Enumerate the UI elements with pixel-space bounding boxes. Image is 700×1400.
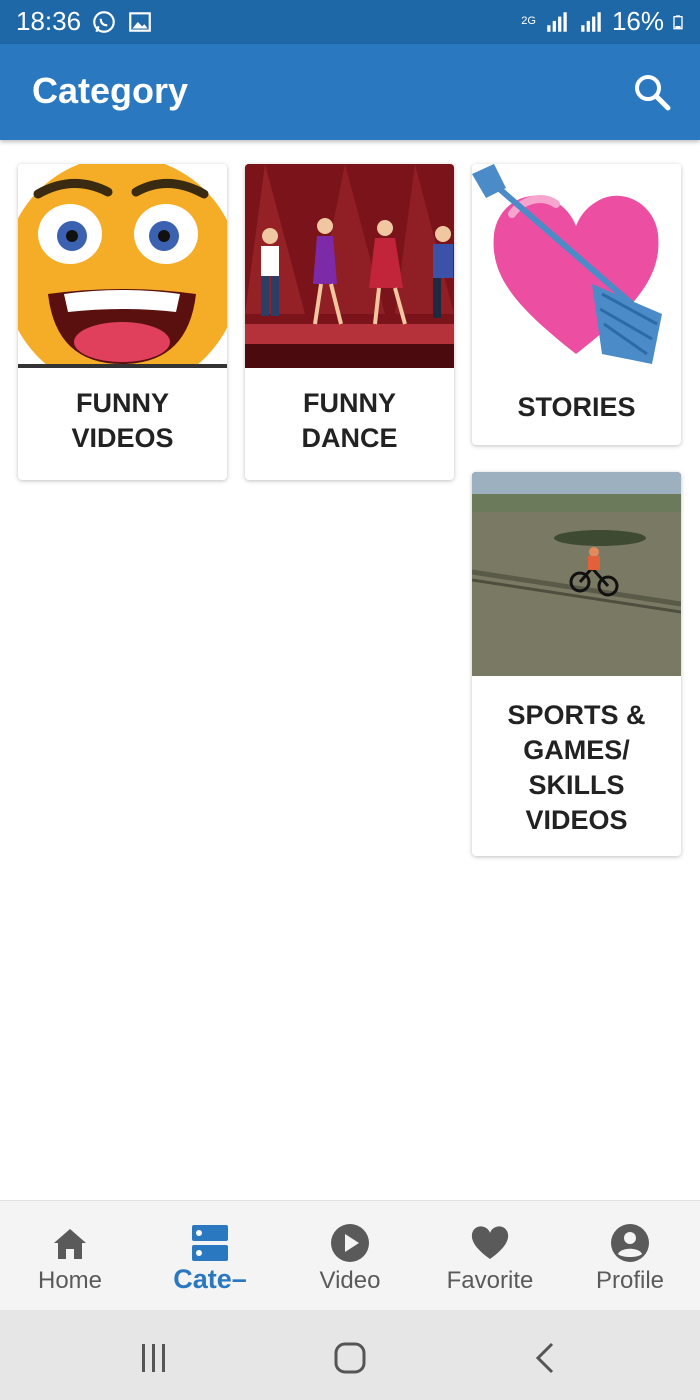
nav-label-profile: Profile: [595, 1267, 665, 1294]
battery-icon: [673, 14, 683, 29]
whatsapp-icon: [93, 10, 115, 33]
heart-icon: [471, 1226, 509, 1259]
bottom-nav: Home Cate– Video Favorite Profile: [0, 1200, 700, 1311]
category-label: STORIES: [517, 392, 636, 422]
laughing-face-thumbnail: [18, 164, 227, 368]
system-nav-bar: [0, 1310, 700, 1400]
nav-item-video[interactable]: Video: [280, 1201, 420, 1311]
category-card-stories[interactable]: STORIES: [472, 164, 681, 445]
category-label: FUNNY DANCE: [301, 388, 398, 453]
category-card-sports-games-skills[interactable]: SPORTS & GAMES/ SKILLS VIDEOS: [472, 472, 681, 856]
category-card-funny-dance[interactable]: FUNNY DANCE: [245, 164, 454, 480]
nav-label-home: Home: [37, 1267, 103, 1294]
signal-icon-2: [581, 11, 601, 32]
cyclist-water-thumbnail: [472, 472, 681, 676]
recent-apps-icon[interactable]: [134, 1338, 174, 1378]
network-type: 2G: [521, 15, 536, 27]
heart-arrow-thumbnail: [472, 164, 681, 368]
nav-label-category: Cate–: [173, 1264, 247, 1294]
home-button-icon[interactable]: [330, 1338, 370, 1378]
back-icon[interactable]: [526, 1338, 566, 1378]
nav-item-favorite[interactable]: Favorite: [420, 1201, 560, 1311]
category-label: SPORTS & GAMES/ SKILLS VIDEOS: [507, 700, 646, 835]
gallery-icon: [129, 11, 151, 32]
category-label: FUNNY VIDEOS: [71, 388, 174, 453]
status-right: 2G 16%: [521, 6, 688, 37]
category-icon: [192, 1225, 228, 1261]
app-bar: Category: [0, 44, 700, 140]
dancers-stage-thumbnail: [245, 164, 454, 368]
account-circle-icon: [611, 1224, 649, 1262]
signal-icon: [547, 11, 567, 32]
nav-item-home[interactable]: Home: [0, 1201, 140, 1311]
status-bar: 18:36 2G 16%: [0, 0, 700, 44]
play-circle-icon: [331, 1224, 369, 1262]
page-title: Category: [32, 70, 189, 111]
status-left: 18:36: [16, 6, 153, 37]
nav-item-category[interactable]: Cate–: [140, 1201, 280, 1311]
nav-item-profile[interactable]: Profile: [560, 1201, 700, 1311]
category-card-funny-videos[interactable]: FUNNY VIDEOS: [18, 164, 227, 480]
status-time: 18:36: [16, 6, 82, 36]
search-icon[interactable]: [628, 68, 676, 116]
nav-label-video: Video: [319, 1267, 381, 1294]
battery-percent: 16%: [611, 6, 664, 36]
nav-label-favorite: Favorite: [446, 1267, 534, 1294]
home-icon: [54, 1229, 86, 1259]
